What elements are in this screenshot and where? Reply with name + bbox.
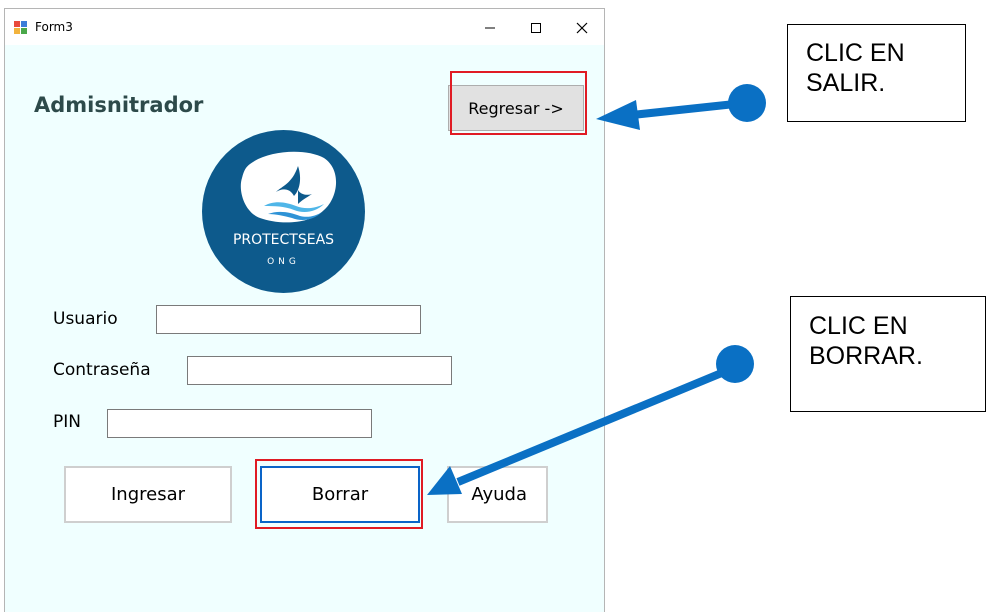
contrasena-input[interactable]: [187, 356, 452, 385]
logo-name: PROTECTSEAS: [233, 232, 334, 248]
borrar-arrow-dot: [716, 345, 754, 383]
minimize-button[interactable]: [467, 9, 513, 45]
pin-label: PIN: [53, 412, 81, 432]
salir-note-line-2: SALIR.: [806, 69, 886, 97]
borrar-highlight-box: [255, 459, 423, 529]
contrasena-label: Contraseña: [53, 360, 151, 380]
salir-arrow-shaft: [631, 100, 736, 119]
salir-note-line-1: CLIC EN: [806, 39, 905, 67]
borrar-instruction-note: CLIC EN BORRAR.: [790, 296, 986, 412]
admin-heading: Admisnitrador: [34, 93, 204, 117]
ayuda-button[interactable]: Ayuda: [447, 466, 548, 523]
pin-input[interactable]: [107, 409, 372, 438]
usuario-input[interactable]: [156, 305, 421, 334]
form3-window: Form3 Admisnitrador Regresar -> PROTECTS…: [4, 8, 605, 612]
logo-sub: ONG: [267, 257, 300, 267]
ingresar-button[interactable]: Ingresar: [64, 466, 232, 523]
maximize-icon: [531, 23, 541, 33]
close-icon: [576, 22, 588, 34]
borrar-note-line-2: BORRAR.: [809, 342, 923, 370]
close-button[interactable]: [559, 9, 605, 45]
usuario-label: Usuario: [53, 309, 118, 329]
form-client-area: Admisnitrador Regresar -> PROTECTSEAS ON…: [5, 45, 604, 613]
title-bar[interactable]: Form3: [5, 9, 604, 45]
protectseas-logo: PROTECTSEAS ONG: [202, 130, 365, 293]
form-app-icon: [14, 21, 28, 35]
borrar-note-line-1: CLIC EN: [809, 312, 908, 340]
window-title: Form3: [35, 20, 73, 34]
minimize-icon: [485, 27, 495, 29]
salir-arrow-dot: [728, 84, 766, 122]
salir-instruction-note: CLIC EN SALIR.: [787, 24, 966, 122]
regresar-highlight-box: [450, 71, 587, 135]
maximize-button[interactable]: [513, 9, 559, 45]
